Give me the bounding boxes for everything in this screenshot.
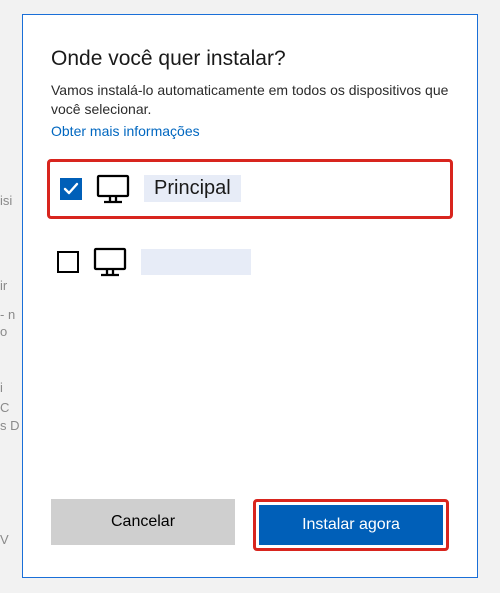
install-button-highlight: Instalar agora xyxy=(253,499,449,551)
bg-fragment: s D xyxy=(0,418,20,433)
bg-fragment: isi xyxy=(0,193,12,208)
install-button[interactable]: Instalar agora xyxy=(259,505,443,545)
dialog-title: Onde você quer instalar? xyxy=(51,47,449,71)
dialog-actions: Cancelar Instalar agora xyxy=(51,493,449,551)
install-dialog: Onde você quer instalar? Vamos instalá-l… xyxy=(22,14,478,578)
device-row-principal[interactable]: Principal xyxy=(47,159,453,219)
device-row-2[interactable] xyxy=(51,235,449,289)
device-list: Principal xyxy=(51,159,449,289)
bg-fragment: i xyxy=(0,380,3,395)
bg-fragment: C xyxy=(0,400,9,415)
bg-fragment: ir xyxy=(0,278,7,293)
device-label-2 xyxy=(141,249,251,275)
device-label-principal: Principal xyxy=(144,175,241,202)
desktop-icon xyxy=(96,174,130,204)
bg-fragment: V xyxy=(0,532,9,547)
device-checkbox-principal[interactable] xyxy=(60,178,82,200)
cancel-button[interactable]: Cancelar xyxy=(51,499,235,545)
more-info-link[interactable]: Obter mais informações xyxy=(51,123,449,139)
bg-fragment: o xyxy=(0,324,7,339)
bg-fragment: - n xyxy=(0,307,15,322)
device-checkbox-2[interactable] xyxy=(57,251,79,273)
checkmark-icon xyxy=(63,181,79,197)
desktop-icon xyxy=(93,247,127,277)
dialog-description: Vamos instalá-lo automaticamente em todo… xyxy=(51,81,449,119)
